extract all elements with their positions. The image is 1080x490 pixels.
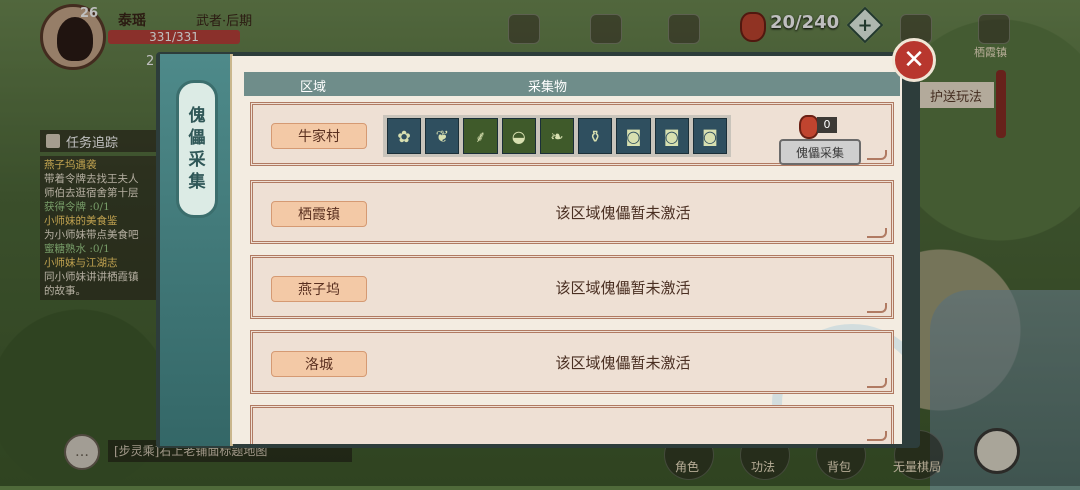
twig-icon[interactable]: ⸙ — [463, 118, 498, 154]
region-row-inactive: 燕子坞 该区域傀儡暂未激活 — [250, 255, 894, 319]
tab-char: 傀 — [188, 106, 206, 126]
puppet-collect-button[interactable]: 傀儡采集 — [779, 139, 861, 165]
region-row-partial — [250, 405, 894, 444]
column-items: 采集物 — [528, 80, 568, 95]
jade-icon[interactable]: ◙ — [616, 118, 651, 154]
tab-puppet-collect[interactable]: 傀 儡 采 集 — [176, 80, 218, 218]
bowl-icon[interactable]: ◒ — [501, 118, 536, 154]
region-label: 栖霞镇 — [271, 201, 367, 227]
region-row-inactive: 栖霞镇 该区域傀儡暂未激活 — [250, 180, 894, 244]
region-label: 燕子坞 — [271, 276, 367, 302]
feather-icon[interactable]: ❧ — [539, 118, 575, 154]
tab-char: 采 — [188, 150, 206, 170]
region-status: 该区域傀儡暂未激活 — [555, 204, 691, 222]
tab-char: 儡 — [188, 128, 206, 148]
jade-icon[interactable]: ◙ — [654, 118, 689, 154]
region-row-active: 牛家村 ✿ ❦ ⸙ ◒ ❧ ⚱ ◙ ◙ ◙ 0 傀儡采集 — [250, 102, 894, 166]
close-icon[interactable]: ✕ — [892, 38, 936, 82]
region-label: 牛家村 — [271, 123, 367, 149]
jade-icon[interactable]: ◙ — [692, 118, 727, 154]
tab-char: 集 — [188, 172, 206, 192]
jar-count: 0 — [817, 117, 837, 133]
bottle-icon[interactable]: ⚱ — [578, 118, 613, 154]
column-region: 区域 — [300, 80, 327, 95]
region-status: 该区域傀儡暂未激活 — [555, 354, 691, 372]
region-status: 该区域傀儡暂未激活 — [555, 279, 691, 297]
leaf-icon[interactable]: ❦ — [425, 118, 460, 154]
collect-items-list: ✿ ❦ ⸙ ◒ ❧ ⚱ ◙ ◙ ◙ — [383, 115, 731, 157]
table-header: 区域 采集物 — [244, 72, 900, 96]
jar-icon — [799, 115, 819, 139]
region-label: 洛城 — [271, 351, 367, 377]
herb-icon[interactable]: ✿ — [387, 118, 422, 154]
region-row-inactive: 洛城 该区域傀儡暂未激活 — [250, 330, 894, 394]
